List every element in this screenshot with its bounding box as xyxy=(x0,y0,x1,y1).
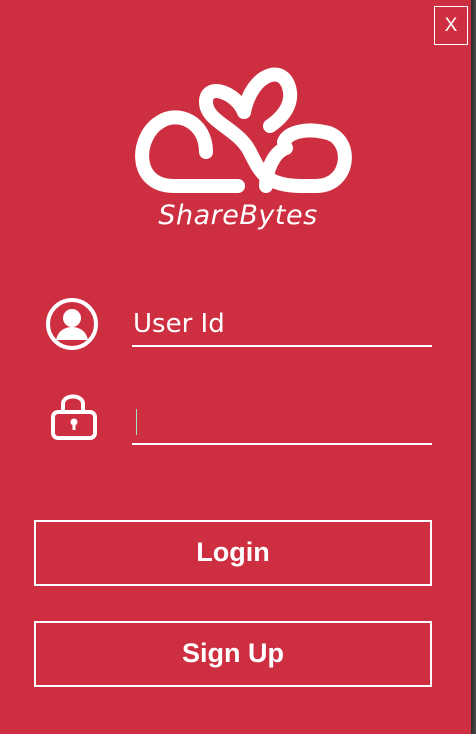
window-edge xyxy=(471,0,476,734)
sign-up-button[interactable]: Sign Up xyxy=(34,621,432,687)
text-cursor xyxy=(136,409,137,435)
lock-icon xyxy=(51,394,97,440)
password-field[interactable] xyxy=(132,405,432,445)
user-avatar-icon xyxy=(46,298,98,350)
brand-name: ShareBytes xyxy=(158,200,318,231)
login-window: X ShareBytes Login Sign Up xyxy=(0,0,471,734)
cloud-logo-icon xyxy=(135,67,352,193)
user-id-field[interactable] xyxy=(132,307,432,347)
close-button[interactable]: X xyxy=(434,6,468,45)
user-id-input[interactable] xyxy=(132,307,432,345)
login-button[interactable]: Login xyxy=(34,520,432,586)
password-input[interactable] xyxy=(132,405,432,443)
